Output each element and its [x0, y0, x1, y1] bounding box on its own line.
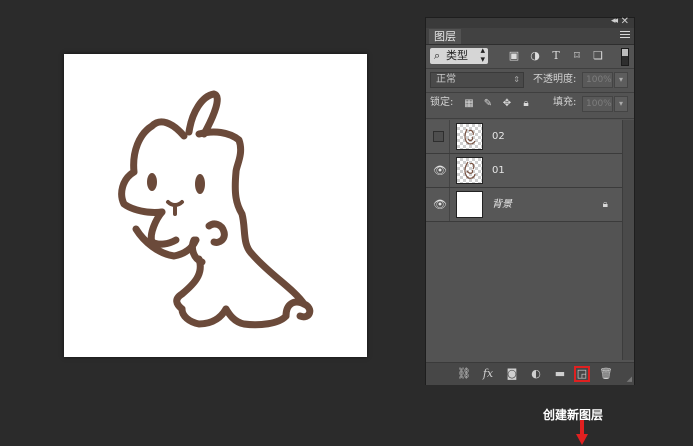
opacity-field[interactable]: 100% [582, 72, 613, 88]
divider [426, 92, 634, 93]
adjustment-layer-icon[interactable]: ◐ [528, 366, 544, 382]
spinner-arrows-icon: ▴ ▾ [480, 46, 485, 65]
panel-menu-icon[interactable] [620, 31, 630, 40]
panel-tabbar: 图层 [426, 28, 634, 45]
lock-all-icon[interactable]: 🔒︎ [520, 98, 532, 110]
layer-thumbnail [456, 123, 483, 150]
lock-icon: 🔒︎ [602, 199, 608, 210]
layer-name[interactable]: 02 [492, 120, 505, 153]
fill-dropdown-icon[interactable]: ▾ [614, 96, 628, 112]
layer-thumbnail [456, 157, 483, 184]
lock-transparent-icon[interactable]: ▦ [463, 98, 475, 110]
visibility-toggle[interactable]: 👁︎ [426, 154, 450, 187]
blend-row: 正常 ⇕ 不透明度: 100% ▾ [426, 70, 634, 90]
fill-field[interactable]: 100% [582, 96, 613, 112]
fill-label: 填充: [553, 97, 577, 108]
divider [426, 68, 634, 69]
close-icon[interactable]: ✕ [621, 16, 629, 27]
layers-panel: ◂◂ ✕ 图层 ⌕ 类型 ▴ ▾ ▣ ◑ T ⌑ ❏ 正常 ⇕ 不透明度: 100… [425, 16, 635, 445]
rabbit-drawing [118, 90, 314, 329]
blend-mode-select[interactable]: 正常 ⇕ [430, 72, 524, 88]
visibility-toggle[interactable] [426, 120, 450, 153]
visibility-off-icon [433, 131, 444, 142]
image-filter-icon[interactable]: ▣ [508, 50, 520, 62]
layer-thumbnail [456, 191, 483, 218]
filter-kind-select[interactable]: ⌕ 类型 ▴ ▾ [430, 46, 488, 65]
panel-footer: ⛓ fx ◙ ◐ ▬ ◲ 🗑︎ ◢ [426, 362, 634, 385]
panel-titlebar: ◂◂ ✕ [426, 16, 634, 28]
delete-layer-icon[interactable]: 🗑︎ [598, 366, 614, 382]
tab-layers[interactable]: 图层 [429, 29, 461, 44]
blend-mode-value: 正常 [436, 74, 456, 85]
annotation-callout: 创建新图层 [543, 408, 604, 422]
annotation-arrow-icon [576, 420, 588, 445]
new-layer-icon[interactable]: ◲ [574, 366, 590, 382]
spinner-arrows-icon: ⇕ [513, 75, 520, 84]
filter-kind-label: 类型 [446, 49, 468, 62]
link-layers-icon[interactable]: ⛓ [456, 366, 472, 382]
filter-toggle[interactable] [621, 48, 629, 66]
layer-name[interactable]: 背景 [492, 188, 512, 221]
add-mask-icon[interactable]: ◙ [504, 366, 520, 382]
scrollbar[interactable] [622, 120, 634, 360]
new-group-icon[interactable]: ▬ [552, 366, 568, 382]
smart-object-filter-icon[interactable]: ❏ [592, 50, 604, 62]
divider [426, 118, 634, 119]
filter-row: ⌕ 类型 ▴ ▾ ▣ ◑ T ⌑ ❏ [426, 45, 634, 67]
collapse-icon[interactable]: ◂◂ [611, 16, 618, 26]
opacity-label: 不透明度: [533, 74, 577, 85]
visibility-toggle[interactable]: 👁︎ [426, 188, 450, 221]
search-icon: ⌕ [434, 49, 441, 62]
layer-row-02[interactable]: 02 [426, 120, 622, 154]
shape-filter-icon[interactable]: ⌑ [571, 50, 583, 62]
lock-row: 锁定: ▦ ✎ ✥ 🔒︎ 填充: 100% ▾ [426, 95, 634, 115]
layer-row-background[interactable]: 👁︎ 背景 🔒︎ [426, 188, 622, 222]
fx-icon[interactable]: fx [480, 366, 496, 382]
document-canvas[interactable] [64, 54, 367, 357]
lock-label: 锁定: [430, 97, 454, 108]
resize-grip-icon[interactable]: ◢ [627, 375, 632, 383]
lock-paint-icon[interactable]: ✎ [482, 98, 494, 110]
eye-icon: 👁︎ [433, 198, 447, 211]
lock-move-icon[interactable]: ✥ [501, 98, 513, 110]
layer-row-01[interactable]: 👁︎ 01 [426, 154, 622, 188]
layer-list: 02 👁︎ 01 👁︎ 背景 🔒︎ 创建新图层 [426, 120, 622, 445]
opacity-dropdown-icon[interactable]: ▾ [614, 72, 628, 88]
layer-name[interactable]: 01 [492, 154, 505, 187]
type-filter-icon[interactable]: T [550, 50, 562, 62]
eye-icon: 👁︎ [433, 164, 447, 177]
adjustment-filter-icon[interactable]: ◑ [529, 50, 541, 62]
